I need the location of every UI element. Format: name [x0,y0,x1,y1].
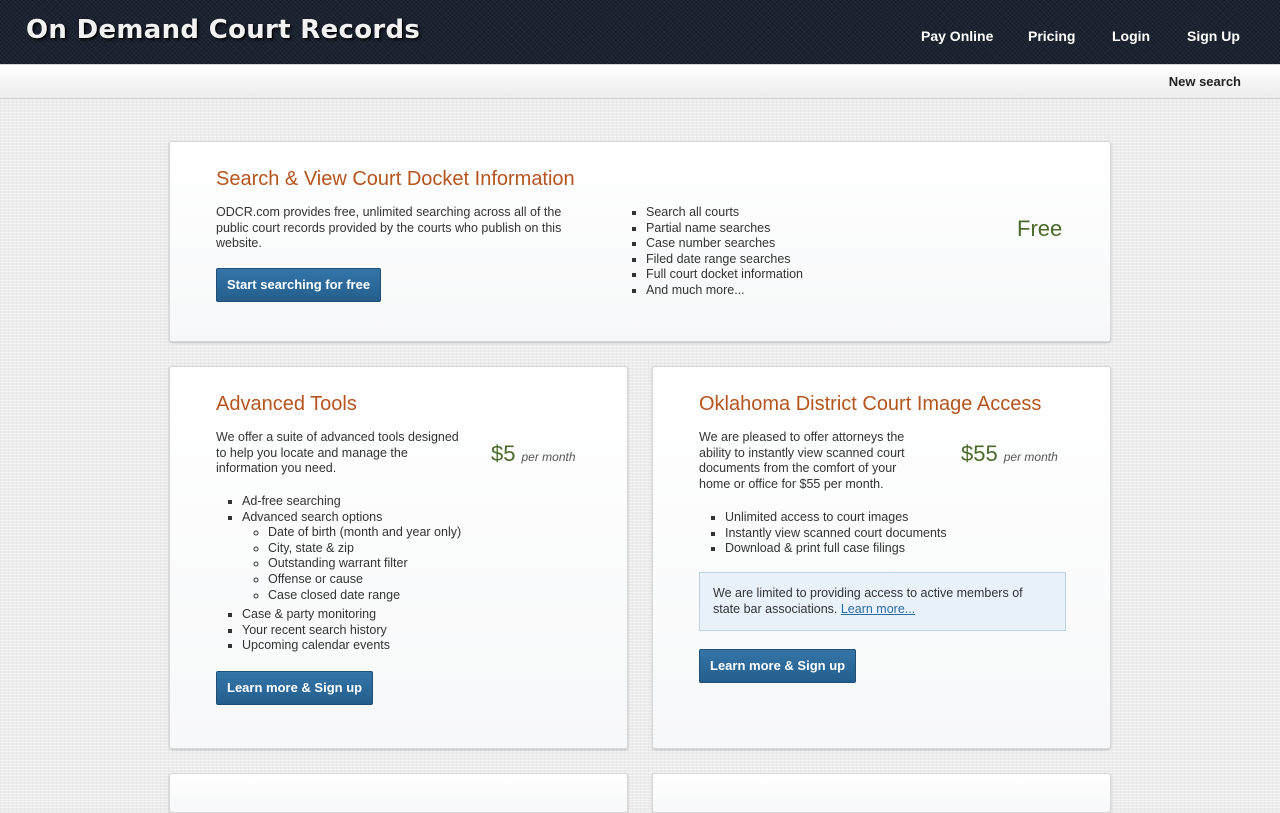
image-signup-button[interactable]: Learn more & Sign up [699,649,857,683]
notice-learn-more-link[interactable]: Learn more... [841,602,915,616]
list-item: Partial name searches [646,221,920,237]
list-item: Your recent search history [242,623,596,639]
site-logo[interactable]: On Demand Court Records [26,15,420,45]
list-item: Search all courts [646,205,920,221]
free-price: Free [1017,216,1063,241]
list-item: Case closed date range [268,588,596,604]
list-item: Unlimited access to court images [725,510,1059,526]
free-search-card: Search & View Court Docket Information O… [169,141,1111,342]
list-item: Outstanding warrant filter [268,556,596,572]
advanced-tools-card: Advanced Tools We offer a suite of advan… [169,366,628,749]
list-item: And much more... [646,283,920,299]
list-item: City, state & zip [268,541,596,557]
list-item: Case number searches [646,236,920,252]
list-item: Date of birth (month and year only) [268,525,596,541]
list-item: Advanced search options Date of birth (m… [242,510,596,604]
new-search-link[interactable]: New search [1169,74,1241,89]
image-access-card: Oklahoma District Court Image Access We … [652,366,1111,749]
advanced-card-title: Advanced Tools [216,393,357,415]
list-item: Filed date range searches [646,252,920,268]
list-item: Instantly view scanned court documents [725,526,1059,542]
nav-pricing[interactable]: Pricing [1028,28,1075,44]
site-header: On Demand Court Records Pay Online Prici… [0,0,1280,64]
nav-sign-up[interactable]: Sign Up [1187,28,1240,44]
advanced-price: $5 per month [491,441,576,467]
image-card-description: We are pleased to offer attorneys the ab… [699,430,905,491]
free-card-description: ODCR.com provides free, unlimited search… [216,205,562,251]
advanced-search-options-list: Date of birth (month and year only) City… [242,525,596,603]
free-card-title: Search & View Court Docket Information [216,168,575,190]
nav-pay-online[interactable]: Pay Online [921,28,993,44]
image-card-title: Oklahoma District Court Image Access [699,393,1042,415]
bottom-left-card [169,773,628,813]
list-item: Offense or cause [268,572,596,588]
bottom-right-card [652,773,1111,813]
free-feature-list: Search all courts Partial name searches … [620,205,920,299]
image-price-amount: $55 [961,441,998,466]
list-item: Full court docket information [646,267,920,283]
start-searching-button[interactable]: Start searching for free [216,268,382,302]
bar-membership-notice: We are limited to providing access to ac… [699,572,1066,631]
list-item: Case & party monitoring [242,607,596,623]
advanced-price-unit: per month [521,450,576,464]
image-feature-list: Unlimited access to court images Instant… [699,510,1059,557]
image-price: $55 per month [961,441,1058,467]
list-item: Ad-free searching [242,494,596,510]
advanced-signup-button[interactable]: Learn more & Sign up [216,671,374,705]
advanced-price-amount: $5 [491,441,516,466]
nav-login[interactable]: Login [1112,28,1150,44]
sub-toolbar: New search [0,64,1280,99]
advanced-feature-list: Ad-free searching Advanced search option… [216,494,596,654]
image-price-unit: per month [1003,450,1058,464]
list-item-label: Advanced search options [242,509,383,524]
list-item: Upcoming calendar events [242,638,596,654]
advanced-card-description: We offer a suite of advanced tools desig… [216,430,459,476]
list-item: Download & print full case filings [725,541,1059,557]
